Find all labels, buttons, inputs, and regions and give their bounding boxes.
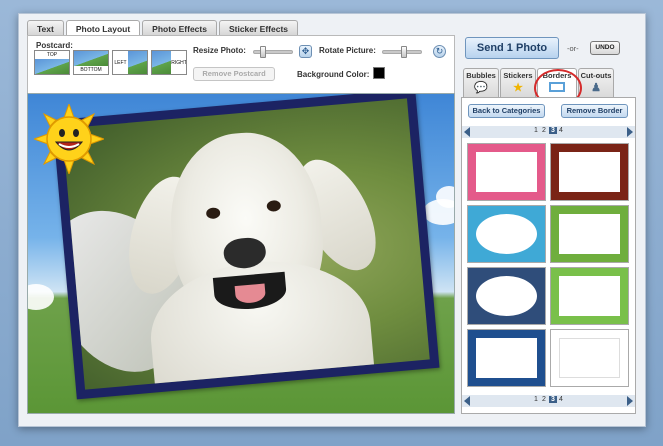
tab-sticker-effects[interactable]: Sticker Effects xyxy=(218,20,299,35)
tab-cut-outs-label: Cut-outs xyxy=(580,71,612,80)
sun-sticker[interactable] xyxy=(34,104,104,174)
postcard-top-option[interactable]: TOP xyxy=(34,50,70,75)
page-1[interactable]: 1 xyxy=(534,396,538,403)
dog-photo[interactable] xyxy=(62,98,430,390)
undo-button[interactable]: UNDO xyxy=(590,41,620,55)
resize-photo-label: Resize Photo: xyxy=(193,46,246,55)
prev-page-arrow-icon[interactable] xyxy=(464,396,470,406)
postcard-bottom-preview xyxy=(74,51,108,66)
border-thumbnail-inner xyxy=(559,276,620,316)
remove-border-button[interactable]: Remove Border xyxy=(561,104,628,118)
border-thumbnail-inner xyxy=(559,214,620,254)
remove-postcard-button[interactable]: Remove Postcard xyxy=(193,67,275,81)
resize-photo-knob[interactable] xyxy=(259,46,266,58)
photo-layout-toolbar: Postcard: TOP BOTTOM LEFT RIGHT Resize P… xyxy=(27,35,455,99)
tab-text[interactable]: Text xyxy=(27,20,64,35)
background-color-swatch[interactable] xyxy=(373,67,385,79)
tab-stickers[interactable]: Stickers ★ xyxy=(500,68,536,98)
prev-page-arrow-icon[interactable] xyxy=(464,127,470,137)
postcard-right-option[interactable]: RIGHT xyxy=(151,50,187,75)
page-4[interactable]: 4 xyxy=(559,396,563,403)
postcard-left-option[interactable]: LEFT xyxy=(112,50,148,75)
app-window: Text Photo Layout Photo Effects Sticker … xyxy=(18,13,646,427)
rotate-reset-icon[interactable]: ↻ xyxy=(433,45,446,58)
rotate-picture-knob[interactable] xyxy=(400,46,407,58)
border-thumbnail-inner xyxy=(476,152,537,192)
postcard-bottom-text: BOTTOM xyxy=(80,67,102,73)
send-photo-button[interactable]: Send 1 Photo xyxy=(465,37,559,59)
postcard-right-preview xyxy=(152,51,171,74)
border-thumbnail-grass-soccer-border[interactable] xyxy=(550,267,629,325)
speech-bubble-icon: 💬 xyxy=(474,82,488,94)
border-thumbnail-curtain-border[interactable] xyxy=(550,143,629,201)
border-thumbnail-blue-sun-border[interactable] xyxy=(467,329,546,387)
border-thumbnail-inner xyxy=(559,338,620,378)
border-thumbnail-inner xyxy=(476,276,537,316)
photo-border-frame[interactable] xyxy=(52,94,440,400)
border-thumbnail-inner xyxy=(476,214,537,254)
next-page-arrow-icon[interactable] xyxy=(627,396,633,406)
page-1[interactable]: 1 xyxy=(534,127,538,134)
postcard-bottom-option[interactable]: BOTTOM xyxy=(73,50,109,75)
tab-photo-layout[interactable]: Photo Layout xyxy=(65,20,141,36)
border-thumbnail-white-orange-border[interactable] xyxy=(550,329,629,387)
pager-top: 1 2 3 4 xyxy=(462,126,635,138)
resize-reset-icon[interactable]: ✥ xyxy=(299,45,312,58)
border-thumbnail-night-sky-border[interactable] xyxy=(467,267,546,325)
background-color-label: Background Color: xyxy=(297,70,370,79)
border-thumbnail-blue-cloud-border[interactable] xyxy=(467,205,546,263)
page-3[interactable]: 3 xyxy=(549,127,557,134)
page-4[interactable]: 4 xyxy=(559,127,563,134)
postcard-label: Postcard: xyxy=(36,41,73,50)
cloud-decoration xyxy=(436,186,454,208)
page-2[interactable]: 2 xyxy=(542,396,546,403)
postcard-left-preview xyxy=(128,51,147,74)
postcard-top-preview xyxy=(35,59,69,74)
person-cutout-icon: ♟ xyxy=(591,82,601,94)
border-thumbnail-green-frame-border[interactable] xyxy=(550,205,629,263)
tab-photo-effects[interactable]: Photo Effects xyxy=(142,20,217,35)
or-separator: -or- xyxy=(567,44,579,53)
postcard-top-text: TOP xyxy=(46,52,58,58)
tab-bubbles-label: Bubbles xyxy=(466,71,496,80)
page-3[interactable]: 3 xyxy=(549,396,557,403)
border-thumbnail-pink-border[interactable] xyxy=(467,143,546,201)
postcard-left-text: LEFT xyxy=(114,60,127,66)
borders-panel: Back to Categories Remove Border 1 2 3 4… xyxy=(461,97,636,414)
tab-bubbles[interactable]: Bubbles 💬 xyxy=(463,68,499,98)
postcard-right-text: RIGHT xyxy=(171,60,187,66)
rotate-picture-label: Rotate Picture: xyxy=(319,46,376,55)
cloud-decoration xyxy=(28,284,54,310)
tab-cut-outs[interactable]: Cut-outs ♟ xyxy=(578,68,614,98)
star-icon: ★ xyxy=(513,82,523,94)
pager-bottom: 1 2 3 4 xyxy=(462,395,635,407)
tab-stickers-label: Stickers xyxy=(503,71,533,80)
photo-canvas[interactable] xyxy=(27,93,455,414)
editor-tabs: Text Photo Layout Photo Effects Sticker … xyxy=(27,20,300,36)
border-thumbnail-inner xyxy=(559,152,620,192)
next-page-arrow-icon[interactable] xyxy=(627,127,633,137)
page-2[interactable]: 2 xyxy=(542,127,546,134)
back-to-categories-button[interactable]: Back to Categories xyxy=(468,104,545,118)
border-thumbnail-inner xyxy=(476,338,537,378)
